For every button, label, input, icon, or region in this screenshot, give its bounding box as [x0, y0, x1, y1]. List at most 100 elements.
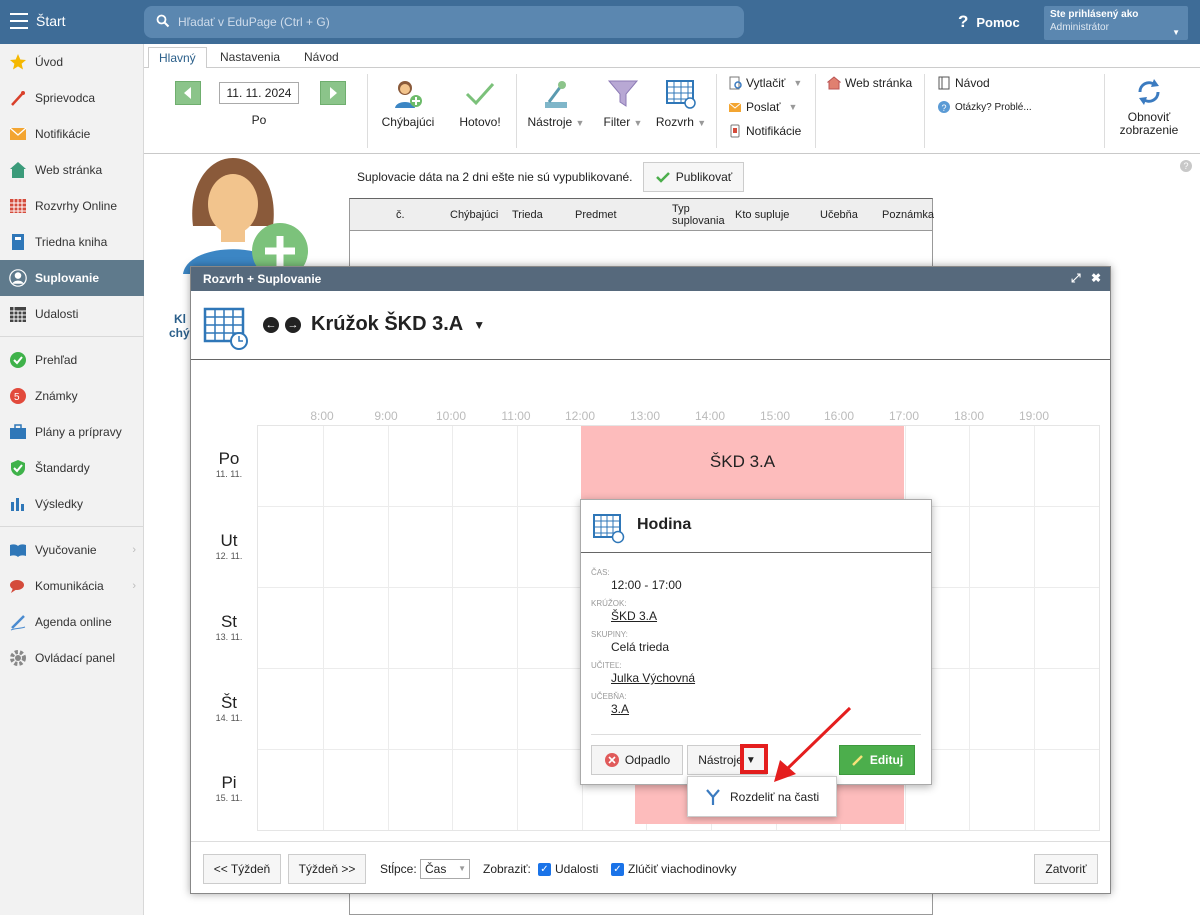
sidebar-item-vysledky[interactable]: Výsledky: [0, 486, 144, 522]
next-week-button[interactable]: Týždeň >>: [288, 854, 366, 884]
date-field[interactable]: 11. 11. 2024: [219, 82, 299, 104]
help-button[interactable]: ? Pomoc: [958, 12, 1020, 32]
web-page-button[interactable]: Web stránka: [827, 76, 912, 90]
hour-label: 13:00: [629, 409, 661, 423]
done-button[interactable]: Hotovo!: [456, 78, 504, 129]
sidebar-item-komunikacia[interactable]: Komunikácia ›: [0, 568, 144, 604]
club-selector[interactable]: Krúžok ŠKD 3.A: [311, 313, 463, 336]
sidebar-item-notifikacie[interactable]: Notifikácie: [0, 116, 144, 152]
teacher-label: Učiteľ:: [591, 661, 622, 670]
envelope-icon: [9, 125, 27, 143]
columns-label: Stĺpce:: [380, 862, 417, 876]
sidebar-item-sprievodca[interactable]: Sprievodca: [0, 80, 144, 116]
questions-button[interactable]: ? Otázky? Problé...: [937, 100, 1032, 114]
room-link[interactable]: 3.A: [611, 702, 629, 716]
menu-icon[interactable]: [10, 13, 28, 29]
house-icon: [9, 161, 27, 179]
star-icon: [9, 53, 27, 71]
chevron-down-icon: ▼: [1172, 28, 1180, 37]
time-label: Čas:: [591, 568, 610, 577]
show-label: Zobraziť:: [483, 862, 531, 876]
phone-icon: [730, 124, 740, 138]
menu-item-split[interactable]: Rozdeliť na časti: [704, 788, 819, 806]
book-icon: [938, 76, 950, 90]
bar-chart-icon: [9, 495, 27, 513]
illustration: [183, 156, 311, 279]
arrow-left-circle-icon[interactable]: ←: [263, 316, 279, 333]
person-icon: [9, 269, 27, 287]
sidebar: Úvod Sprievodca Notifikácie Web stránka …: [0, 44, 144, 915]
search-bar[interactable]: [144, 6, 744, 38]
timetable-icon: [593, 514, 625, 544]
sidebar-item-uvod[interactable]: Úvod: [0, 44, 144, 80]
question-circle-icon: ?: [938, 101, 950, 113]
sidebar-item-ovladaci-panel[interactable]: Ovládací panel: [0, 640, 144, 676]
prev-week-button[interactable]: << Týždeň: [203, 854, 281, 884]
refresh-icon: [1138, 79, 1160, 105]
close-icon[interactable]: ✖: [1091, 271, 1101, 285]
calendar-grid-icon: [9, 197, 27, 215]
arrow-right-icon: [330, 87, 337, 99]
timetable-icon: [666, 80, 696, 109]
sidebar-item-standardy[interactable]: Štandardy: [0, 450, 144, 486]
merge-checkbox[interactable]: ✓ Zlúčiť viachodinovky: [611, 862, 737, 876]
column-header: Trieda: [512, 209, 543, 221]
club-label: Krúžok:: [591, 599, 627, 608]
expand-icon[interactable]: ⤢: [1071, 271, 1081, 286]
missing-button[interactable]: Chýbajúci: [378, 78, 438, 129]
guide-button[interactable]: Návod: [937, 76, 990, 90]
sidebar-item-vyucovanie[interactable]: Vyučovanie ›: [0, 532, 144, 568]
club-link[interactable]: ŠKD 3.A: [611, 609, 657, 623]
column-header: Kto supluje: [735, 209, 790, 221]
sidebar-item-suplovanie[interactable]: Suplovanie: [0, 260, 144, 296]
tab-navod[interactable]: Návod: [294, 47, 349, 69]
tab-nastavenia[interactable]: Nastavenia: [210, 47, 290, 69]
search-input[interactable]: [178, 12, 718, 32]
day-label: St 13. 11.: [215, 612, 243, 642]
lesson-block[interactable]: ŠKD 3.A: [581, 426, 904, 500]
prev-day-button[interactable]: [175, 81, 201, 105]
wand-icon: [9, 89, 27, 107]
timetable-button[interactable]: Rozvrh ▼: [652, 78, 710, 129]
tools-button[interactable]: Nástroje ▼: [526, 78, 586, 129]
caret-down-icon[interactable]: ▼: [473, 318, 485, 332]
sidebar-item-triedna-kniha[interactable]: Triedna kniha: [0, 224, 144, 260]
checkbox-checked-icon: ✓: [538, 862, 551, 876]
print-button[interactable]: Vytlačiť ▼: [728, 76, 802, 90]
chevron-right-icon: ›: [132, 580, 136, 592]
check-icon: [655, 172, 670, 183]
tab-hlavny[interactable]: Hlavný: [148, 47, 207, 69]
chevron-right-icon: ›: [132, 544, 136, 556]
events-checkbox[interactable]: ✓ Udalosti: [538, 862, 598, 876]
columns-select[interactable]: Čas ▼: [420, 859, 470, 879]
tools-icon: [545, 81, 567, 108]
user-menu[interactable]: Ste prihlásený ako Administrátor ▼: [1044, 6, 1188, 40]
sidebar-item-znamky[interactable]: 5 Známky: [0, 378, 144, 414]
filter-button[interactable]: Filter ▼: [598, 78, 648, 129]
time-value: 12:00 - 17:00: [611, 578, 682, 592]
arrow-right-circle-icon[interactable]: →: [285, 316, 301, 333]
close-button[interactable]: Zatvoriť: [1034, 854, 1098, 884]
next-day-button[interactable]: [320, 81, 346, 105]
sidebar-item-udalosti[interactable]: Udalosti: [0, 296, 144, 332]
refresh-button[interactable]: Obnoviť zobrazenie: [1114, 76, 1184, 137]
sidebar-item-rozvrhy-online[interactable]: Rozvrhy Online: [0, 188, 144, 224]
column-header: Učebňa: [820, 209, 858, 221]
hour-label: 12:00: [564, 409, 596, 423]
hour-label: 19:00: [1018, 409, 1050, 423]
teacher-link[interactable]: Julka Výchovná: [611, 671, 695, 685]
sidebar-item-prehlad[interactable]: Prehľad: [0, 342, 144, 378]
timetable-icon: [203, 307, 248, 350]
notifications-button[interactable]: Notifikácie: [728, 124, 801, 138]
sidebar-item-agenda[interactable]: Agenda online: [0, 604, 144, 640]
cancelled-button[interactable]: Odpadlo: [591, 745, 683, 775]
send-button[interactable]: Poslať ▼: [728, 100, 797, 114]
app-title[interactable]: Štart: [36, 13, 66, 29]
person-add-illustration-icon: [183, 158, 308, 279]
groups-label: Skupiny:: [591, 630, 628, 639]
publish-button[interactable]: Publikovať: [643, 162, 744, 192]
hour-label: 14:00: [694, 409, 726, 423]
help-icon[interactable]: ?: [1180, 160, 1192, 172]
sidebar-item-plany[interactable]: Plány a prípravy: [0, 414, 144, 450]
sidebar-item-web-stranka[interactable]: Web stránka: [0, 152, 144, 188]
